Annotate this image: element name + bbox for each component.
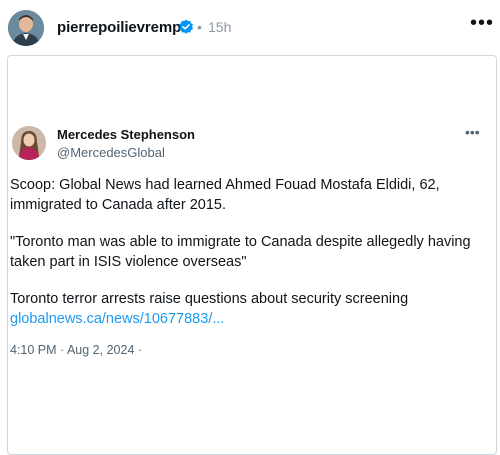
verified-badge-icon [178,19,194,35]
quoted-text-headline: Toronto terror arrests raise questions a… [10,291,409,307]
quoted-text-paragraph-1: Scoop: Global News had learned Ahmed Fou… [10,177,440,213]
quoted-timestamp[interactable]: 4:10 PM · Aug 2, 2024 · [10,343,142,357]
quoted-text-paragraph-2: "Toronto man was able to immigrate to Ca… [10,234,471,270]
avatar-photo [8,10,44,46]
quoted-avatar-photo [12,126,46,160]
author-avatar[interactable] [8,10,44,46]
quoted-author-name[interactable]: Mercedes Stephenson [57,127,195,142]
article-link[interactable]: globalnews.ca/news/10677883/... [10,309,480,329]
quoted-author-avatar[interactable] [12,126,46,160]
author-username[interactable]: pierrepoilievremp [57,19,181,36]
quoted-more-options-icon[interactable]: ••• [465,124,480,140]
post-time[interactable]: 15h [208,19,231,35]
quoted-text-paragraph-3: Toronto terror arrests raise questions a… [10,289,480,329]
post-header: pierrepoilievremp • 15h ••• [0,0,500,56]
quoted-author-handle[interactable]: @MercedesGlobal [57,145,165,160]
more-options-icon[interactable]: ••• [470,12,494,35]
separator-dot: • [197,19,202,35]
